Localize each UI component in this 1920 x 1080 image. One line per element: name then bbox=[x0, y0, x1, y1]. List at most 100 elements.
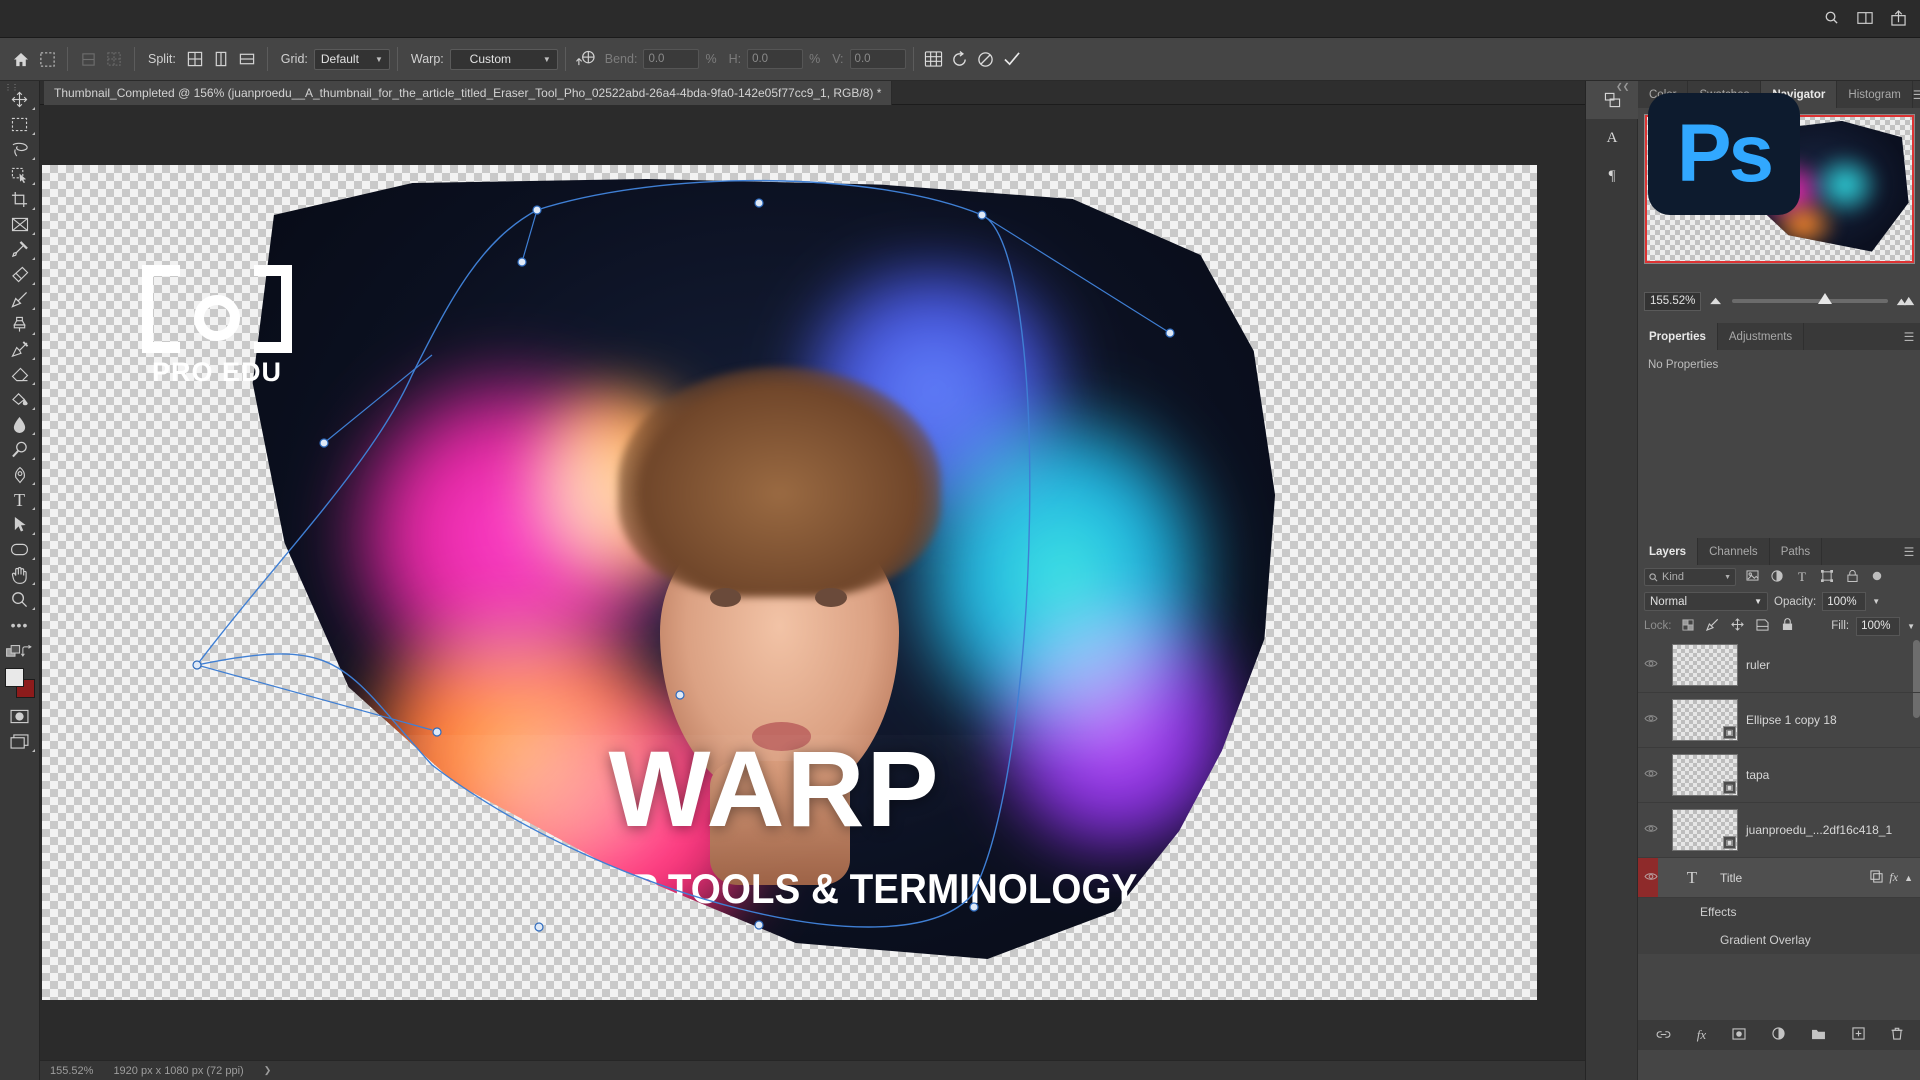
brush-tool[interactable] bbox=[3, 287, 37, 312]
table-row-selected[interactable]: T Title fx ▲ bbox=[1638, 858, 1920, 898]
add-mask-icon[interactable] bbox=[1732, 1027, 1746, 1043]
bend-input[interactable]: 0.0 bbox=[643, 49, 700, 69]
opacity-chevron-down-icon[interactable]: ▼ bbox=[1872, 597, 1880, 606]
new-adjustment-layer-icon[interactable] bbox=[1772, 1027, 1785, 1043]
share-icon[interactable] bbox=[1891, 9, 1906, 29]
navigator-zoom-slider-thumb[interactable] bbox=[1817, 293, 1832, 304]
v-input[interactable]: 0.0 bbox=[849, 49, 906, 69]
move-tool[interactable] bbox=[3, 87, 37, 112]
frame-tool[interactable] bbox=[3, 212, 37, 237]
eraser-tool[interactable] bbox=[3, 362, 37, 387]
filter-type-icon[interactable]: T bbox=[1793, 569, 1811, 585]
fill-chevron-down-icon[interactable]: ▼ bbox=[1907, 622, 1915, 631]
mesh-icon[interactable] bbox=[921, 46, 947, 72]
path-selection-tool[interactable] bbox=[3, 512, 37, 537]
layer-name[interactable]: juanproedu_...2df16c418_1 bbox=[1746, 823, 1892, 837]
blur-tool[interactable] bbox=[3, 412, 37, 437]
navigator-zoom-slider[interactable] bbox=[1732, 293, 1888, 304]
split-horizontal-icon[interactable] bbox=[234, 46, 260, 72]
collapse-dock-chevron-icon-2[interactable]: ❮❮ bbox=[1616, 82, 1629, 91]
swap-colors-icon[interactable] bbox=[20, 645, 34, 658]
layer-visibility-icon[interactable] bbox=[1638, 823, 1664, 837]
zoom-in-mountains-icon[interactable] bbox=[1896, 295, 1915, 308]
edit-toolbar-button[interactable]: ••• bbox=[3, 612, 37, 637]
pen-tool[interactable] bbox=[3, 462, 37, 487]
table-row[interactable]: ▣ tapa bbox=[1638, 748, 1920, 803]
layer-visibility-icon[interactable] bbox=[1638, 713, 1664, 727]
foreground-background-color-swatches[interactable] bbox=[4, 668, 35, 698]
fill-input[interactable]: 100% bbox=[1856, 616, 1901, 636]
tab-adjustments[interactable]: Adjustments bbox=[1717, 323, 1805, 350]
filter-toggle-icon[interactable] bbox=[1868, 570, 1886, 585]
opacity-input[interactable]: 100% bbox=[1822, 592, 1867, 611]
layer-list[interactable]: ruler ▣ Ellipse 1 copy 18 ▣ tapa ▣ juanp… bbox=[1638, 638, 1920, 1050]
split-vertical-icon[interactable] bbox=[208, 46, 234, 72]
fx-icon[interactable]: fx bbox=[1697, 1027, 1706, 1043]
rail-button-properties-stack[interactable] bbox=[1586, 81, 1638, 119]
cancel-icon[interactable] bbox=[973, 46, 999, 72]
panel-menu-icon[interactable]: ☰ bbox=[1897, 538, 1920, 565]
zoom-tool[interactable] bbox=[3, 587, 37, 612]
history-brush-tool[interactable] bbox=[3, 337, 37, 362]
rectangle-tool[interactable] bbox=[3, 537, 37, 562]
filter-shape-icon[interactable] bbox=[1818, 569, 1836, 585]
object-selection-tool[interactable] bbox=[3, 162, 37, 187]
table-row[interactable]: ▣ juanproedu_...2df16c418_1 bbox=[1638, 803, 1920, 858]
eyedropper-tool[interactable] bbox=[3, 237, 37, 262]
h-input[interactable]: 0.0 bbox=[747, 49, 804, 69]
layer-effect-item[interactable]: Gradient Overlay bbox=[1638, 926, 1920, 954]
table-row[interactable]: ▣ Ellipse 1 copy 18 bbox=[1638, 693, 1920, 748]
tab-paths[interactable]: Paths bbox=[1769, 538, 1823, 565]
warp-split-icon[interactable] bbox=[573, 46, 599, 72]
type-tool[interactable]: T bbox=[3, 487, 37, 512]
home-icon[interactable] bbox=[8, 46, 34, 72]
gradient-tool[interactable] bbox=[3, 387, 37, 412]
quick-mask-icon[interactable] bbox=[3, 704, 37, 729]
delete-layer-icon[interactable] bbox=[1891, 1027, 1903, 1043]
blend-mode-select[interactable]: Normal ▼ bbox=[1644, 592, 1768, 611]
reset-icon[interactable] bbox=[947, 46, 973, 72]
screen-mode-icon[interactable] bbox=[3, 729, 37, 754]
chevron-up-icon[interactable]: ▲ bbox=[1904, 873, 1913, 883]
rail-button-character[interactable]: A bbox=[1586, 119, 1638, 157]
link-layers-icon[interactable] bbox=[1656, 1028, 1671, 1043]
foreground-color-swatch[interactable] bbox=[4, 668, 24, 687]
search-icon[interactable] bbox=[1824, 10, 1839, 28]
lock-artboard-nesting-icon[interactable] bbox=[1754, 618, 1772, 634]
lock-transparent-pixels-icon[interactable] bbox=[1679, 618, 1697, 634]
link-layers-icon[interactable] bbox=[1870, 869, 1883, 886]
document-canvas[interactable]: WARP PHOTOSHOP TOOLS & TERMINOLOGY PRO E… bbox=[42, 165, 1537, 1000]
table-row[interactable]: ruler bbox=[1638, 638, 1920, 693]
crop-tool[interactable] bbox=[3, 187, 37, 212]
hand-tool[interactable] bbox=[3, 562, 37, 587]
new-group-icon[interactable] bbox=[1811, 1028, 1826, 1043]
status-zoom[interactable]: 155.52% bbox=[40, 1065, 103, 1077]
filter-adjustment-icon[interactable] bbox=[1768, 569, 1786, 585]
tab-histogram[interactable]: Histogram bbox=[1837, 81, 1913, 108]
tab-properties[interactable]: Properties bbox=[1638, 323, 1718, 350]
filter-pixel-icon[interactable] bbox=[1743, 570, 1761, 584]
lock-image-pixels-icon[interactable] bbox=[1704, 618, 1722, 634]
chevron-right-icon[interactable]: ❯ bbox=[254, 1065, 282, 1076]
warp-preset-select[interactable]: Custom ▼ bbox=[449, 48, 558, 70]
canvas-area[interactable]: WARP PHOTOSHOP TOOLS & TERMINOLOGY PRO E… bbox=[40, 105, 1585, 1070]
layer-name[interactable]: Ellipse 1 copy 18 bbox=[1746, 713, 1837, 727]
navigator-zoom-value[interactable]: 155.52% bbox=[1644, 291, 1702, 311]
layer-name[interactable]: Title bbox=[1720, 871, 1742, 885]
grid-select[interactable]: Default ▼ bbox=[313, 48, 390, 70]
fx-icon[interactable]: fx bbox=[1889, 870, 1898, 885]
spot-healing-brush-tool[interactable] bbox=[3, 262, 37, 287]
free-transform-icon[interactable] bbox=[34, 46, 60, 72]
document-tab[interactable]: Thumbnail_Completed @ 156% (juanproedu__… bbox=[44, 81, 893, 105]
dodge-tool[interactable] bbox=[3, 437, 37, 462]
rectangular-select-tool[interactable] bbox=[3, 112, 37, 137]
rail-button-paragraph[interactable]: ¶ bbox=[1586, 157, 1638, 195]
layer-name[interactable]: ruler bbox=[1746, 658, 1770, 672]
layer-thumbnail[interactable] bbox=[1672, 644, 1738, 686]
panel-menu-icon[interactable]: ☰ bbox=[1913, 81, 1920, 108]
layer-visibility-icon[interactable] bbox=[1638, 871, 1664, 885]
zoom-out-mountain-icon[interactable] bbox=[1709, 296, 1724, 307]
layer-name[interactable]: tapa bbox=[1746, 768, 1769, 782]
layer-thumbnail[interactable]: ▣ bbox=[1672, 754, 1738, 796]
filter-smart-object-icon[interactable] bbox=[1843, 569, 1861, 585]
